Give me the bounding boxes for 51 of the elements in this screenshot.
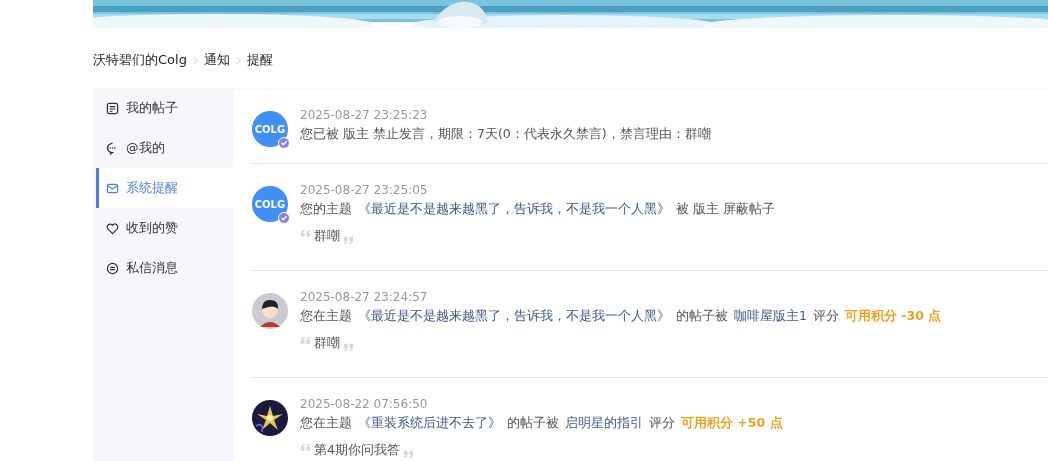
quote-text: 第4期你问我答 (314, 442, 400, 459)
sidebar-label: 私信消息 (126, 259, 178, 277)
message-text: 评分 (812, 307, 839, 325)
timestamp: 2025-08-27 23:25:05 (300, 182, 429, 198)
message-text: 的帖子被 (507, 414, 559, 432)
message-text: 您已被 版主 禁止发言，期限：7天(0：代表永久禁言)，禁言理由：群嘲 (300, 125, 711, 143)
sidebar-item[interactable]: @我的 (93, 128, 234, 168)
message-text: 的帖子被 (676, 307, 728, 325)
sidebar-label: 收到的赞 (126, 219, 178, 237)
open-quote-icon (300, 336, 311, 345)
message-text: 您在主题 (300, 414, 352, 432)
message-text: 评分 (649, 414, 675, 432)
message-text: 您在主题 (300, 307, 352, 325)
message-text: 被 版主 屏蔽帖子 (676, 200, 775, 218)
quote-text: 群嘲 (314, 335, 340, 352)
sidebar-label: @我的 (126, 139, 165, 157)
timestamp: 2025-08-22 07:56:50 (300, 396, 429, 412)
sidebar-label: 系统提醒 (126, 179, 178, 197)
sidebar-item[interactable]: 我的帖子 (93, 88, 234, 128)
points-text: 可用积分 +50 点 (681, 414, 783, 432)
logo-avatar: COLG (252, 111, 288, 147)
breadcrumb-link[interactable]: 提醒 (246, 51, 273, 69)
breadcrumb-link[interactable]: 通知 (203, 51, 230, 69)
close-quote-icon (343, 343, 354, 352)
points-text: 可用积分 -30 点 (844, 307, 942, 325)
open-quote-icon (300, 229, 311, 238)
chevron-icon (192, 55, 198, 65)
topic-link[interactable]: 咖啡屋版主1 (734, 305, 807, 326)
envelope-icon (106, 181, 119, 195)
sidebar-item[interactable]: 私信消息 (93, 248, 234, 288)
avatar-icon (252, 293, 288, 329)
minus-circle-icon (106, 261, 119, 275)
close-quote-icon (343, 236, 354, 245)
timestamp: 2025-08-27 23:24:57 (300, 289, 429, 305)
sidebar-item[interactable]: 收到的赞 (93, 208, 234, 248)
close-quote-icon (402, 450, 414, 459)
sidebar-label: 我的帖子 (126, 99, 178, 117)
topic-link[interactable]: 启明星的指引 (565, 412, 643, 433)
logo-avatar: COLG (252, 186, 288, 222)
topic-link[interactable]: 《最近是不是越来越黑了，告诉我，不是我一个人黑》 (358, 305, 670, 326)
breadcrumb-link[interactable]: 沃特碧们的Colg (93, 51, 187, 69)
message-text: 您的主题 (300, 200, 352, 218)
timestamp: 2025-08-27 23:25:23 (300, 107, 429, 123)
heart-icon (106, 221, 119, 235)
chevron-icon (235, 55, 241, 65)
topic-link[interactable]: 《最近是不是越来越黑了，告诉我，不是我一个人黑》 (358, 198, 670, 219)
sidebar-item[interactable]: 系统提醒 (96, 168, 234, 208)
quote-text: 群嘲 (314, 228, 340, 245)
topic-link[interactable]: 《重装系统后进不去了》 (358, 412, 501, 433)
open-quote-icon (300, 443, 311, 452)
document-icon (106, 101, 119, 115)
